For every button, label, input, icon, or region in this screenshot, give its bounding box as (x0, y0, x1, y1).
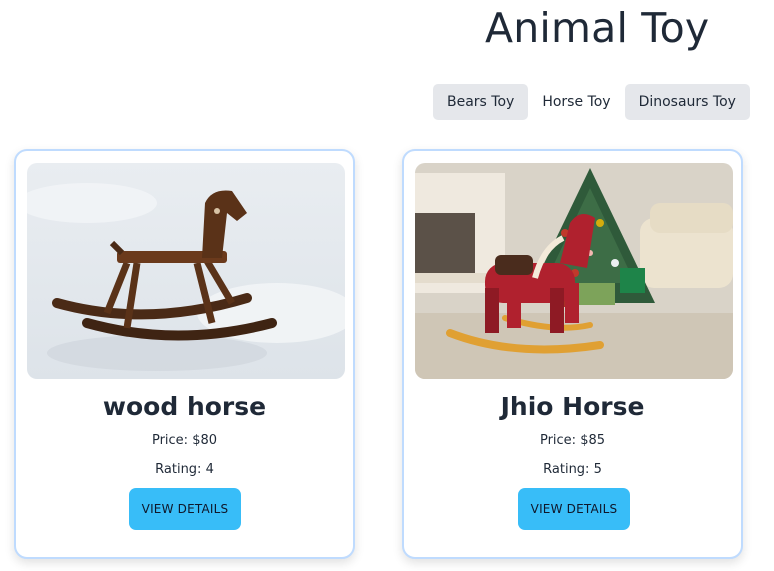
product-image-wood-horse (27, 163, 345, 379)
category-tabs: Bears Toy Horse Toy Dinosaurs Toy (433, 84, 750, 120)
product-card: wood horse Price: $80 Rating: 4 VIEW DET… (14, 149, 355, 559)
product-price: Price: $85 (539, 433, 606, 448)
product-card: Jhio Horse Price: $85 Rating: 5 VIEW DET… (402, 149, 743, 559)
product-rating: Rating: 5 (543, 462, 602, 477)
view-details-button[interactable]: VIEW DETAILS (129, 488, 241, 530)
product-name: wood horse (102, 392, 267, 421)
view-details-button[interactable]: VIEW DETAILS (518, 488, 630, 530)
product-rating: Rating: 4 (155, 462, 214, 477)
page-title: Animal Toy (485, 4, 710, 52)
product-name: Jhio Horse (500, 392, 645, 421)
product-image-jhio-horse (415, 163, 733, 379)
tab-horse-toy[interactable]: Horse Toy (528, 84, 624, 120)
tab-dinosaurs-toy[interactable]: Dinosaurs Toy (624, 84, 750, 120)
tab-bears-toy[interactable]: Bears Toy (433, 84, 529, 120)
product-price: Price: $80 (151, 433, 218, 448)
